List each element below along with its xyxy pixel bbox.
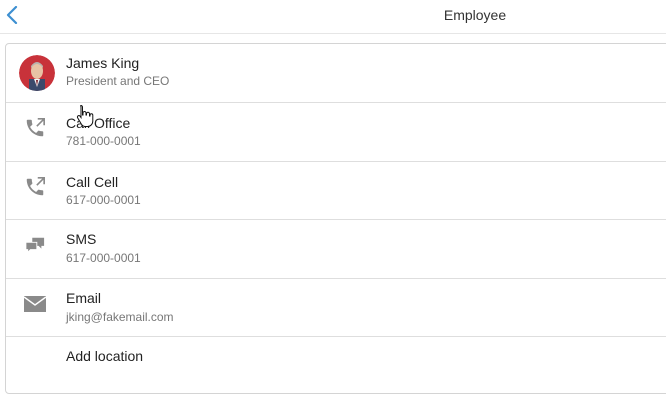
- contact-value: 617-000-0001: [66, 193, 141, 207]
- chat-bubbles-icon: [25, 237, 45, 254]
- employee-card: James King President and CEO Call Office…: [5, 43, 666, 394]
- contact-value: 617-000-0001: [66, 251, 141, 265]
- add-location-row[interactable]: Add location: [6, 337, 666, 393]
- contact-value: 781-000-0001: [66, 134, 141, 148]
- back-button[interactable]: [2, 4, 22, 26]
- page-title: Employee: [443, 7, 507, 23]
- contact-row-call-office[interactable]: Call Office 781-000-0001: [6, 103, 666, 162]
- phone-outgoing-icon: [26, 118, 45, 137]
- contact-row-call-cell[interactable]: Call Cell 617-000-0001: [6, 162, 666, 220]
- envelope-icon: [24, 296, 46, 312]
- contact-label: Email: [66, 290, 102, 306]
- contact-row-sms[interactable]: SMS 617-000-0001: [6, 220, 666, 279]
- employee-summary-row: James King President and CEO: [6, 44, 666, 103]
- contact-label: Call Cell: [66, 174, 119, 190]
- phone-outgoing-icon: [26, 177, 45, 196]
- avatar: [19, 55, 55, 91]
- employee-position: President and CEO: [66, 74, 170, 88]
- employee-name: James King: [66, 55, 140, 71]
- contact-label: Call Office: [66, 115, 131, 131]
- contact-value: jking@fakemail.com: [66, 310, 174, 324]
- app-header: Employee: [0, 0, 666, 34]
- contact-label: SMS: [66, 231, 97, 247]
- add-location-label: Add location: [66, 348, 144, 364]
- chevron-left-icon: [6, 6, 18, 24]
- contact-row-email[interactable]: Email jking@fakemail.com: [6, 279, 666, 337]
